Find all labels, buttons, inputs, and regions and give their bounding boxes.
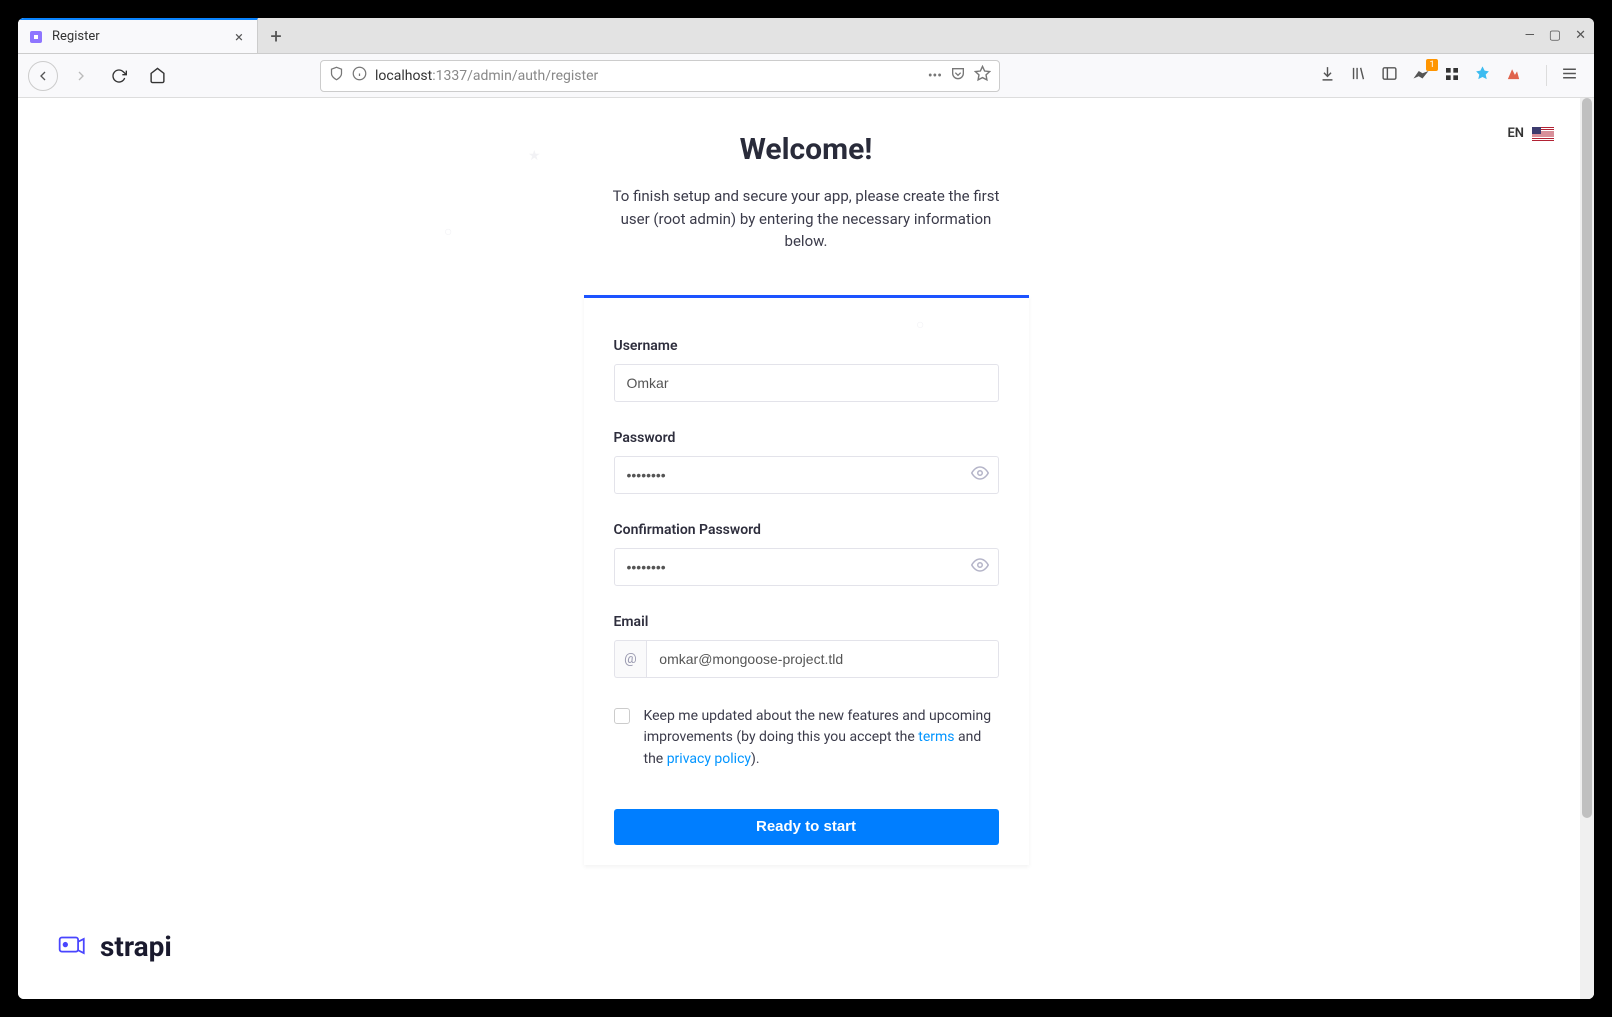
extension-icon-3[interactable]: [1474, 65, 1491, 86]
deco-circle-icon: ○: [916, 316, 924, 333]
close-window-button[interactable]: ✕: [1575, 28, 1586, 43]
strapi-logo-icon: [54, 929, 88, 963]
url-text: localhost:1337/admin/auth/register: [375, 68, 920, 84]
tab-title: Register: [52, 29, 231, 44]
reload-button[interactable]: [104, 61, 134, 91]
extension-icon-2[interactable]: [1444, 66, 1460, 86]
us-flag-icon: [1532, 127, 1554, 141]
url-bar[interactable]: localhost:1337/admin/auth/register •••: [320, 60, 1000, 92]
library-icon[interactable]: [1350, 65, 1367, 86]
privacy-link[interactable]: privacy policy: [667, 751, 751, 767]
home-button[interactable]: [142, 61, 172, 91]
username-label: Username: [614, 338, 999, 354]
register-form: Username Password Confirmation Password: [584, 295, 1029, 865]
eye-icon[interactable]: [971, 556, 989, 578]
tab-bar: Register × + — ▢ ✕: [18, 18, 1594, 54]
strapi-favicon: [28, 29, 44, 45]
nav-bar: localhost:1337/admin/auth/register ••• 1: [18, 54, 1594, 98]
pocket-icon[interactable]: [950, 66, 966, 86]
new-tab-button[interactable]: +: [258, 18, 294, 53]
extension-badge: 1: [1426, 59, 1438, 71]
language-code: EN: [1507, 126, 1524, 141]
downloads-icon[interactable]: [1319, 65, 1336, 86]
eye-icon[interactable]: [971, 464, 989, 486]
page-subtitle: To finish setup and secure your app, ple…: [606, 185, 1006, 253]
confirm-password-input[interactable]: [614, 548, 999, 586]
email-input[interactable]: [646, 640, 998, 678]
close-tab-button[interactable]: ×: [231, 28, 247, 46]
email-label: Email: [614, 614, 999, 630]
maximize-button[interactable]: ▢: [1549, 28, 1561, 43]
info-icon[interactable]: [352, 66, 367, 85]
scrollbar[interactable]: [1580, 98, 1594, 999]
page-actions-button[interactable]: •••: [928, 68, 942, 84]
window-controls: — ▢ ✕: [1525, 18, 1594, 53]
sidebar-icon[interactable]: [1381, 65, 1398, 86]
password-label: Password: [614, 430, 999, 446]
language-picker[interactable]: EN: [1507, 126, 1554, 141]
strapi-wordmark: strapi: [100, 930, 172, 963]
terms-link[interactable]: terms: [918, 729, 954, 745]
password-input[interactable]: [614, 456, 999, 494]
browser-tab[interactable]: Register ×: [18, 18, 258, 53]
extension-icon-4[interactable]: [1505, 65, 1522, 86]
shield-icon[interactable]: [329, 66, 344, 85]
page-content: EN ★ ○ ○ Welcome! To finish setup and se…: [18, 98, 1594, 999]
deco-circle-icon: ○: [444, 223, 452, 240]
menu-button[interactable]: [1546, 65, 1578, 86]
extension-icon-1[interactable]: 1: [1412, 65, 1430, 87]
username-input[interactable]: [614, 364, 999, 402]
strapi-logo: strapi: [54, 929, 172, 963]
scrollbar-thumb[interactable]: [1582, 98, 1592, 818]
confirm-password-label: Confirmation Password: [614, 522, 999, 538]
page-title: Welcome!: [740, 132, 873, 167]
minimize-button[interactable]: —: [1525, 28, 1535, 43]
deco-star-icon: ★: [528, 148, 541, 164]
forward-button[interactable]: [66, 61, 96, 91]
email-at-prefix: @: [614, 640, 647, 678]
back-button[interactable]: [28, 61, 58, 91]
bookmark-star-icon[interactable]: [974, 65, 991, 86]
newsletter-text: Keep me updated about the new features a…: [644, 706, 999, 771]
submit-button[interactable]: Ready to start: [614, 809, 999, 845]
newsletter-checkbox[interactable]: [614, 708, 630, 724]
